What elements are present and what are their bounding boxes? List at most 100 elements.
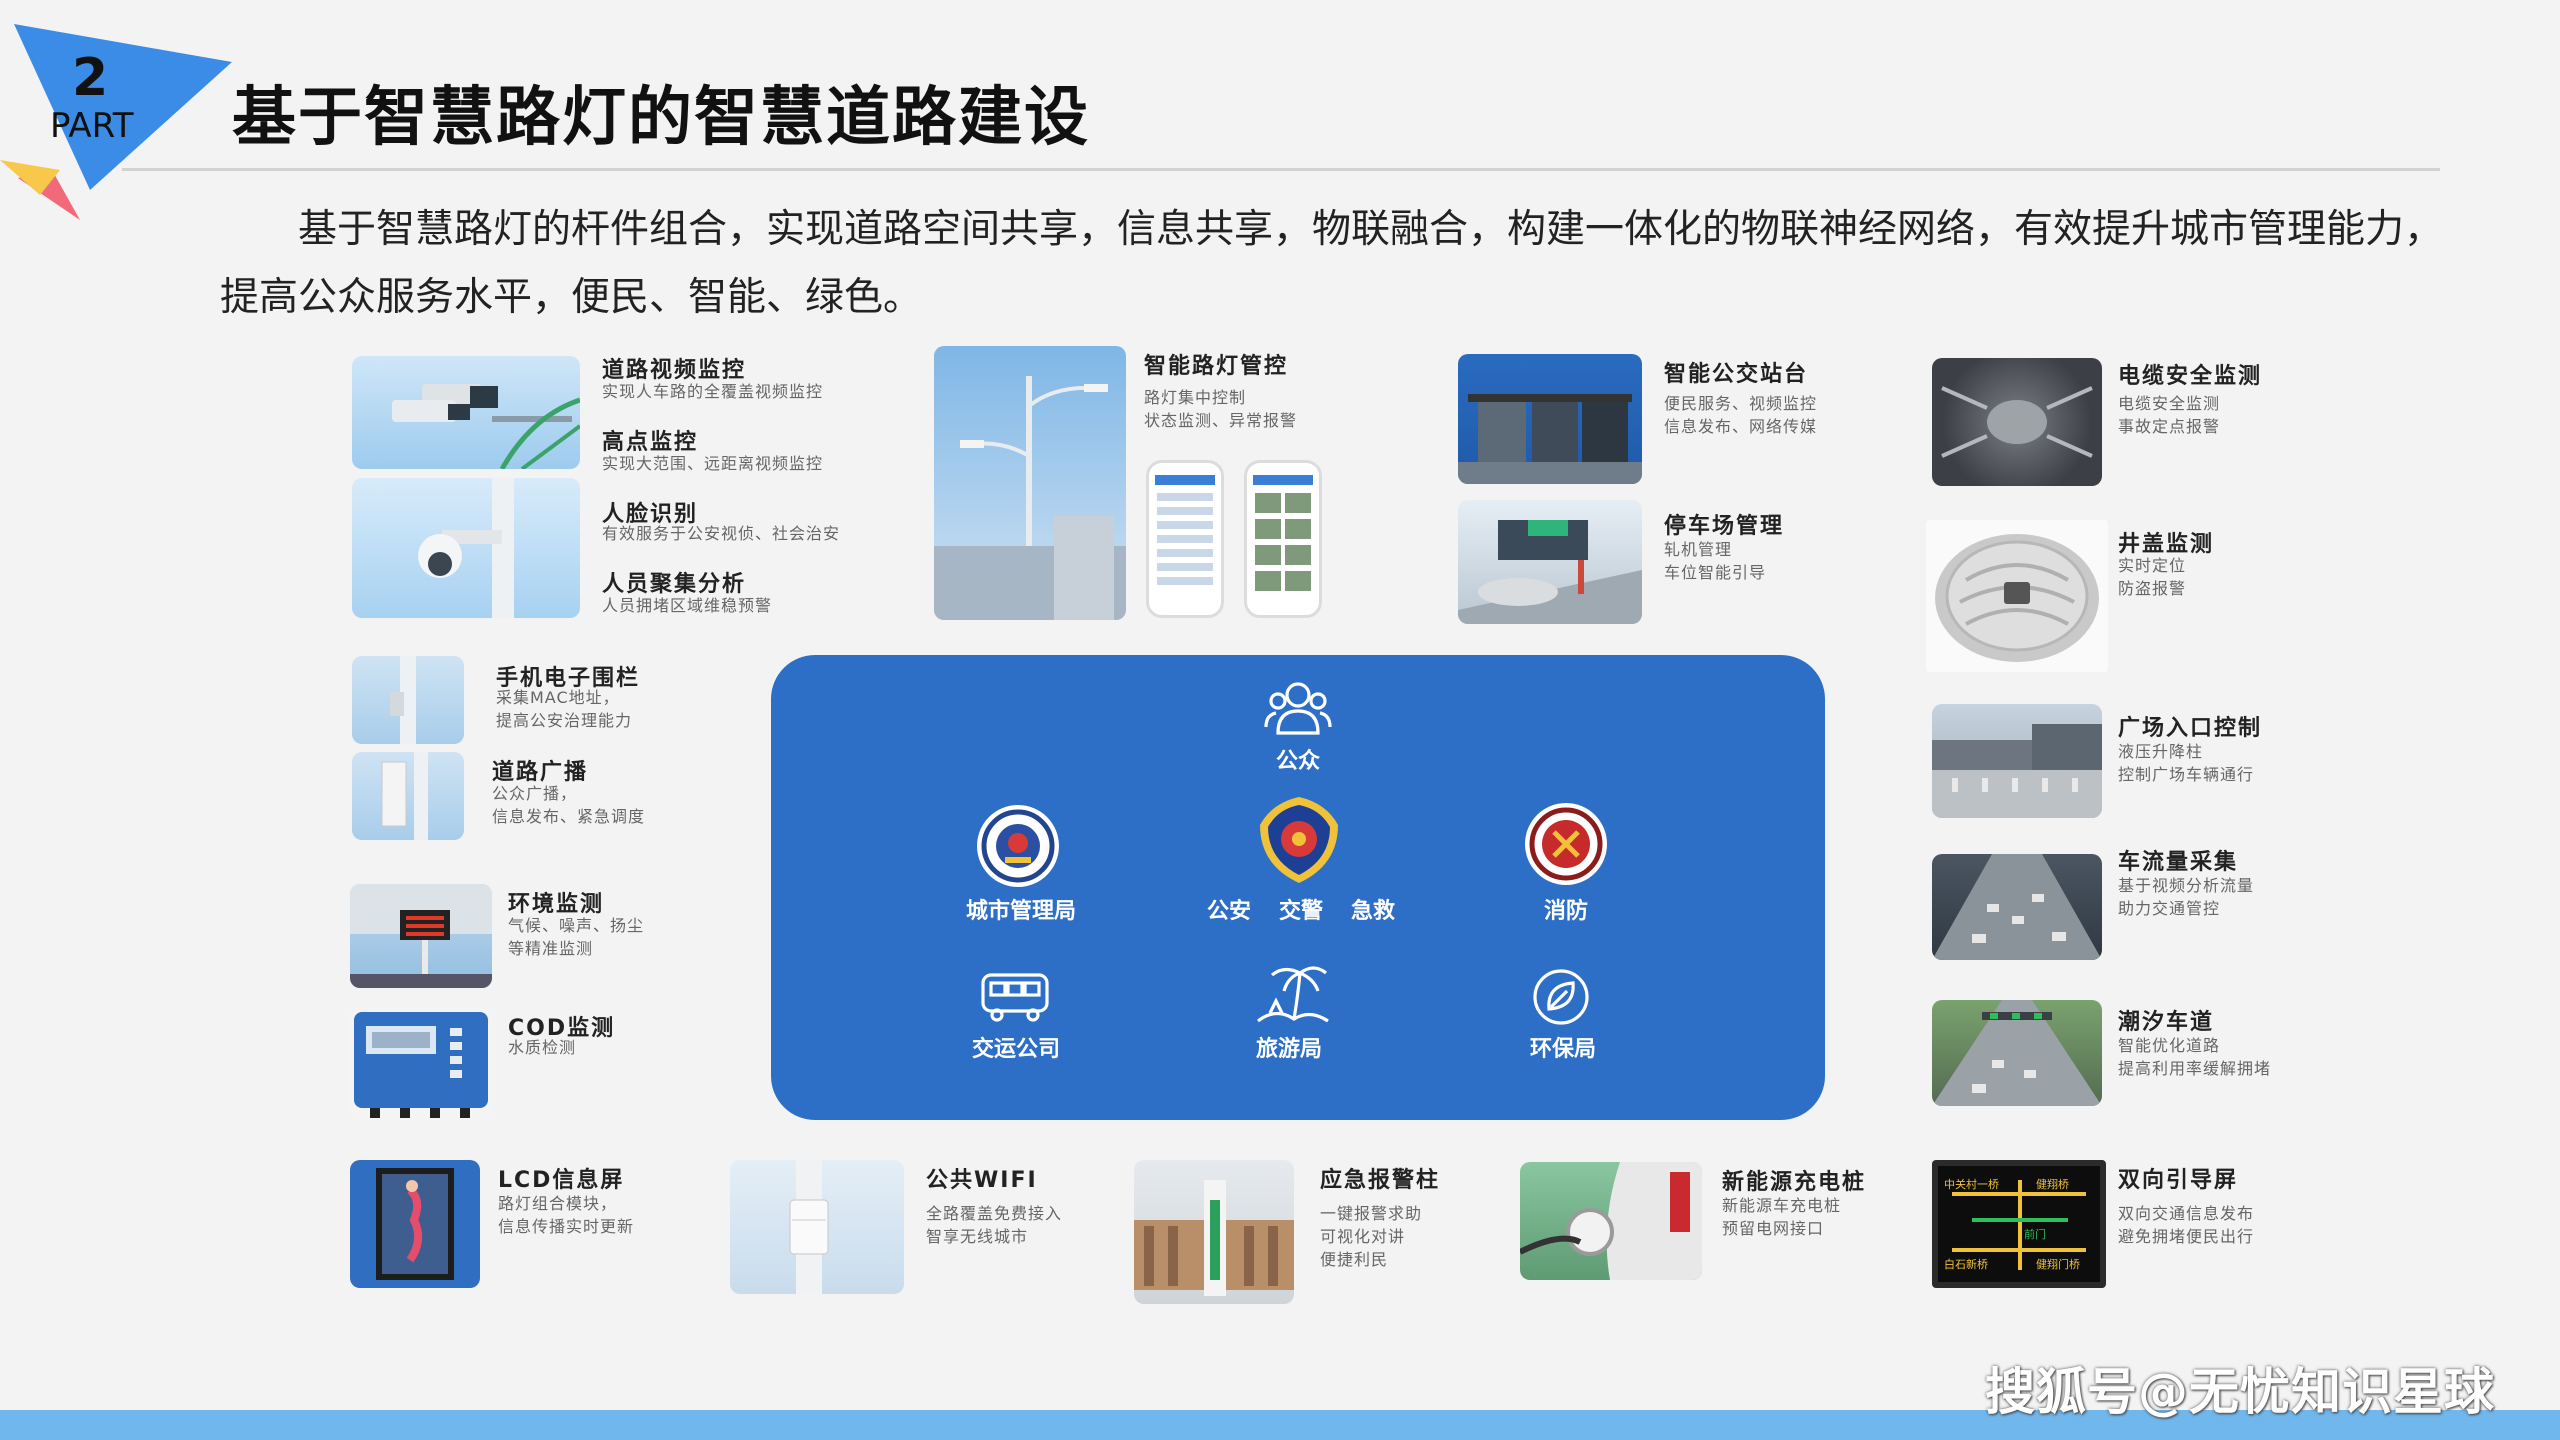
palm-island-icon: [1254, 961, 1330, 1025]
feature-manhole-desc-2: 防盗报警: [2118, 579, 2187, 598]
guide-label-1: 中关村一桥: [1944, 1178, 1999, 1191]
feature-crowd-desc: 人员拥堵区域维稳预警: [602, 596, 773, 615]
feature-tidal-desc-2: 提高利用率缓解拥堵: [2118, 1059, 2272, 1078]
feature-guide-desc-1: 双向交通信息发布: [2118, 1204, 2255, 1223]
feature-video-desc: 实现人车路的全覆盖视频监控: [602, 382, 824, 401]
guide-label-4: 白石新桥: [1944, 1258, 1988, 1271]
feature-wifi-desc-2: 智享无线城市: [926, 1227, 1029, 1246]
feature-bus-desc-1: 便民服务、视频监控: [1664, 394, 1818, 413]
police-emblem-icon: [1256, 795, 1342, 885]
phone-app-image-2: [1244, 460, 1322, 618]
feature-guide-desc-2: 避免拥堵便民出行: [2118, 1227, 2255, 1246]
intro-text: 基于智慧路灯的杆件组合，实现道路空间共享，信息共享，物联融合，构建一体化的物联神…: [220, 207, 2444, 320]
feature-traffic-title: 车流量采集: [2118, 850, 2239, 875]
feature-lcd-title: LCD信息屏: [498, 1168, 625, 1193]
feature-parking-title: 停车场管理: [1664, 514, 1785, 539]
feature-ev-desc-2: 预留电网接口: [1722, 1219, 1825, 1238]
plaza-entrance-image: [1932, 704, 2102, 818]
feature-alarm-desc-1: 一键报警求助: [1320, 1204, 1423, 1223]
feature-alarm-desc-2: 可视化对讲: [1320, 1227, 1406, 1246]
guide-screen-image: 中关村一桥 健翔桥 前门 白石新桥 健翔门桥: [1932, 1160, 2106, 1288]
dome-camera-image: [352, 478, 580, 618]
label-traffic-police: 交警: [1278, 899, 1323, 924]
parking-image: [1458, 500, 1642, 624]
feature-bus-desc-2: 信息发布、网络传媒: [1664, 417, 1818, 436]
label-emergency: 急救: [1350, 899, 1395, 924]
feature-plaza-title: 广场入口控制: [2118, 716, 2263, 741]
feature-traffic-desc-1: 基于视频分析流量: [2118, 876, 2255, 895]
guide-label-3: 前门: [2024, 1228, 2046, 1241]
env-monitor-image: [350, 884, 492, 988]
bus-stop-image: [1458, 354, 1642, 484]
feature-lamp-desc-1: 路灯集中控制: [1144, 388, 1247, 407]
feature-traffic-desc-2: 助力交通管控: [2118, 899, 2221, 918]
cable-tunnel-image: [1932, 358, 2102, 486]
label-public: 公众: [1275, 749, 1320, 774]
video-camera-image: [352, 356, 580, 469]
feature-env-desc-1: 气候、噪声、扬尘: [508, 916, 645, 935]
feature-ev-title: 新能源充电桩: [1722, 1170, 1867, 1195]
guide-label-5: 健翔门桥: [2036, 1258, 2080, 1271]
street-lamp-image: [934, 346, 1126, 620]
feature-lamp-title: 智能路灯管控: [1144, 354, 1289, 379]
feature-plaza-desc-1: 液压升降柱: [2118, 742, 2204, 761]
ev-charger-image: [1520, 1162, 1702, 1280]
feature-cable-title: 电缆安全监测: [2118, 364, 2263, 389]
cod-monitor-image: [350, 1008, 492, 1120]
wifi-device-image: [730, 1160, 904, 1294]
feature-bus-title: 智能公交站台: [1664, 362, 1809, 387]
feature-ev-desc-1: 新能源车充电桩: [1722, 1196, 1842, 1215]
feature-lcd-desc-2: 信息传播实时更新: [498, 1217, 635, 1236]
feature-broadcast-desc-1: 公众广播，: [492, 784, 578, 803]
label-police: 公安: [1206, 899, 1251, 924]
label-city-management: 城市管理局: [965, 899, 1076, 924]
phone-app-image-1: [1146, 460, 1224, 618]
eco-leaf-icon: [1531, 967, 1591, 1027]
feature-guide-title: 双向引导屏: [2118, 1168, 2239, 1193]
guide-label-2: 健翔桥: [2036, 1178, 2069, 1191]
feature-wifi-desc-1: 全路覆盖免费接入: [926, 1204, 1063, 1223]
feature-high-desc: 实现大范围、远距离视频监控: [602, 454, 824, 473]
feature-plaza-desc-2: 控制广场车辆通行: [2118, 765, 2255, 784]
feature-fence-desc-2: 提高公安治理能力: [496, 711, 633, 730]
city-management-emblem-icon: [975, 803, 1061, 889]
alarm-pillar-image: [1134, 1160, 1294, 1304]
public-service-hub: 公众 城市管理局 公安 交警 急救 消防 交运公司 旅游局 环保局: [771, 655, 1825, 1120]
slide: 2 PART 基于智慧路灯的智慧道路建设 基于智慧路灯的杆件组合，实现道路空间共…: [0, 0, 2560, 1440]
feature-manhole-desc-1: 实时定位: [2118, 556, 2187, 575]
lcd-screen-image: [350, 1160, 480, 1288]
feature-tidal-desc-1: 智能优化道路: [2118, 1036, 2221, 1055]
public-people-icon: [1264, 677, 1332, 739]
feature-broadcast-desc-2: 信息发布、紧急调度: [492, 807, 646, 826]
feature-lcd-desc-1: 路灯组合模块，: [498, 1194, 618, 1213]
page-title: 基于智慧路灯的智慧道路建设: [232, 81, 1090, 155]
label-tourism-bureau: 旅游局: [1255, 1037, 1322, 1062]
intro-paragraph: 基于智慧路灯的杆件组合，实现道路空间共享，信息共享，物联融合，构建一体化的物联神…: [220, 196, 2480, 332]
traffic-flow-image: [1932, 854, 2102, 960]
fire-emblem-icon: [1523, 801, 1609, 887]
manhole-image: [1926, 520, 2108, 672]
label-fire: 消防: [1543, 899, 1588, 924]
feature-alarm-title: 应急报警柱: [1320, 1168, 1441, 1193]
feature-wifi-title: 公共WIFI: [926, 1168, 1038, 1193]
part-number: 2: [72, 48, 109, 108]
feature-parking-desc-2: 车位智能引导: [1664, 563, 1767, 582]
bus-icon: [979, 971, 1051, 1023]
feature-cable-desc-2: 事故定点报警: [2118, 417, 2221, 436]
feature-cod-desc-1: 水质检测: [508, 1038, 577, 1057]
watermark: 搜狐号@无忧知识星球: [1985, 1363, 2495, 1421]
phone-fence-image: [352, 656, 464, 744]
label-environment-bureau: 环保局: [1529, 1037, 1596, 1062]
feature-cable-desc-1: 电缆安全监测: [2118, 394, 2221, 413]
broadcast-image: [352, 752, 464, 840]
feature-face-desc: 有效服务于公安视侦、社会治安: [602, 524, 841, 543]
feature-alarm-desc-3: 便捷利民: [1320, 1250, 1389, 1269]
part-label: PART: [50, 106, 134, 146]
feature-env-desc-2: 等精准监测: [508, 939, 594, 958]
feature-tidal-title: 潮汐车道: [2118, 1010, 2215, 1035]
feature-fence-desc-1: 采集MAC地址，: [496, 688, 620, 707]
tidal-lane-image: [1932, 1000, 2102, 1106]
part-badge: 2 PART: [0, 20, 240, 220]
feature-parking-desc-1: 轧机管理: [1664, 540, 1733, 559]
feature-lamp-desc-2: 状态监测、异常报警: [1144, 411, 1298, 430]
